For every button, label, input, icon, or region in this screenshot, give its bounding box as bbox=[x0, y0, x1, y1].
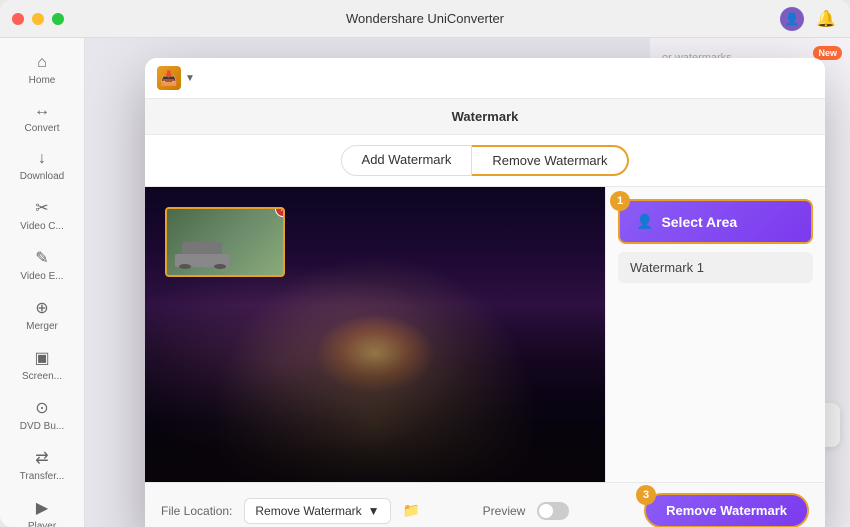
tree-silhouette bbox=[145, 305, 605, 482]
preview-label: Preview bbox=[483, 504, 526, 518]
sidebar-item-videoc[interactable]: ✂ Video C... bbox=[0, 190, 84, 240]
content-area: New or watermarks. data metadata t and v… bbox=[85, 38, 850, 527]
transfer-icon: ⇄ bbox=[35, 448, 48, 468]
sidebar-label-transfer: Transfer... bbox=[20, 471, 65, 482]
toolbar-logo[interactable]: 📥 ▼ bbox=[157, 66, 195, 90]
watermark-item-label: Watermark 1 bbox=[630, 260, 704, 275]
tab-remove-watermark[interactable]: Remove Watermark bbox=[472, 145, 629, 176]
watermark-list-item[interactable]: Watermark 1 bbox=[618, 252, 813, 283]
download-icon: ↓ bbox=[38, 150, 46, 168]
user-avatar[interactable]: 👤 bbox=[780, 7, 804, 31]
sidebar-item-videoe[interactable]: ✎ Video E... bbox=[0, 240, 84, 290]
tab-add-watermark[interactable]: Add Watermark bbox=[341, 145, 473, 176]
dialog-toolbar: 📥 ▼ bbox=[145, 58, 825, 99]
sidebar-label-merger: Merger bbox=[26, 321, 58, 332]
close-button[interactable] bbox=[12, 13, 24, 25]
toolbar-logo-arrow: ▼ bbox=[185, 73, 195, 84]
sidebar-label-home: Home bbox=[29, 75, 56, 86]
sidebar-item-download[interactable]: ↓ Download bbox=[0, 142, 84, 190]
sidebar-item-home[interactable]: ⌂ Home bbox=[0, 46, 84, 94]
dialog-body: 2 bbox=[145, 187, 825, 482]
step-1-badge: 1 bbox=[610, 191, 630, 211]
sidebar-item-player[interactable]: ▶ Player bbox=[0, 490, 84, 527]
sidebar-label-download: Download bbox=[20, 171, 64, 182]
title-bar: Wondershare UniConverter 👤 🔔 bbox=[0, 0, 850, 38]
sidebar-item-screen[interactable]: ▣ Screen... bbox=[0, 340, 84, 390]
folder-browse-icon[interactable]: 📁 bbox=[403, 502, 420, 519]
video-area: 2 bbox=[145, 187, 605, 482]
person-icon: 👤 bbox=[636, 213, 653, 230]
main-content: ⌂ Home ↔ Convert ↓ Download ✂ Video C...… bbox=[0, 38, 850, 527]
screen-icon: ▣ bbox=[34, 348, 49, 368]
sidebar-item-merger[interactable]: ⊕ Merger bbox=[0, 290, 84, 340]
dialog-right-panel: 1 👤 Select Area Watermark 1 bbox=[605, 187, 825, 482]
dialog-titlebar: Watermark bbox=[145, 99, 825, 135]
step-3-badge: 3 bbox=[636, 485, 656, 505]
maximize-button[interactable] bbox=[52, 13, 64, 25]
thumbnail-overlay[interactable]: 2 bbox=[165, 207, 285, 277]
videoe-icon: ✎ bbox=[35, 248, 48, 268]
sidebar-label-videoe: Video E... bbox=[20, 271, 63, 282]
select-area-button[interactable]: 1 👤 Select Area bbox=[618, 199, 813, 244]
dialog-bottom: File Location: Remove Watermark ▼ 📁 Prev… bbox=[145, 482, 825, 527]
remove-watermark-btn-label: Remove Watermark bbox=[666, 503, 787, 518]
sidebar-label-dvd: DVD Bu... bbox=[20, 421, 64, 432]
preview-toggle[interactable] bbox=[537, 502, 569, 520]
player-icon: ▶ bbox=[36, 498, 48, 518]
sidebar-item-transfer[interactable]: ⇄ Transfer... bbox=[0, 440, 84, 490]
file-location-select[interactable]: Remove Watermark ▼ bbox=[244, 498, 390, 524]
select-area-label: Select Area bbox=[661, 214, 737, 230]
convert-icon: ↔ bbox=[34, 102, 50, 120]
videoc-icon: ✂ bbox=[35, 198, 48, 218]
window-controls bbox=[12, 13, 64, 25]
file-location-label: File Location: bbox=[161, 504, 232, 518]
sidebar-item-convert[interactable]: ↔ Convert bbox=[0, 94, 84, 142]
minimize-button[interactable] bbox=[32, 13, 44, 25]
dialog-title: Watermark bbox=[452, 109, 519, 124]
home-icon: ⌂ bbox=[37, 54, 47, 72]
watermark-dialog: 📥 ▼ Watermark Add Watermark Remove Water… bbox=[145, 58, 825, 527]
app-title: Wondershare UniConverter bbox=[346, 11, 504, 26]
app-window: Wondershare UniConverter 👤 🔔 ⌂ Home ↔ Co… bbox=[0, 0, 850, 527]
sidebar-item-dvd[interactable]: ⊙ DVD Bu... bbox=[0, 390, 84, 440]
sidebar-label-player: Player bbox=[28, 521, 56, 527]
file-location-value: Remove Watermark bbox=[255, 504, 361, 518]
notification-bell[interactable]: 🔔 bbox=[814, 7, 838, 31]
sidebar-label-convert: Convert bbox=[24, 123, 59, 134]
dvd-icon: ⊙ bbox=[35, 398, 48, 418]
title-bar-right: 👤 🔔 bbox=[780, 7, 838, 31]
merger-icon: ⊕ bbox=[35, 298, 48, 318]
sidebar: ⌂ Home ↔ Convert ↓ Download ✂ Video C...… bbox=[0, 38, 85, 527]
dropdown-arrow-icon: ▼ bbox=[368, 504, 380, 518]
video-placeholder: 2 bbox=[145, 187, 605, 482]
logo-icon: 📥 bbox=[157, 66, 181, 90]
sidebar-label-videoc: Video C... bbox=[20, 221, 64, 232]
sidebar-label-screen: Screen... bbox=[22, 371, 62, 382]
toggle-knob bbox=[539, 504, 553, 518]
remove-watermark-button[interactable]: 3 Remove Watermark bbox=[644, 493, 809, 527]
dialog-tabs: Add Watermark Remove Watermark bbox=[145, 135, 825, 187]
new-badge: New bbox=[813, 46, 842, 60]
